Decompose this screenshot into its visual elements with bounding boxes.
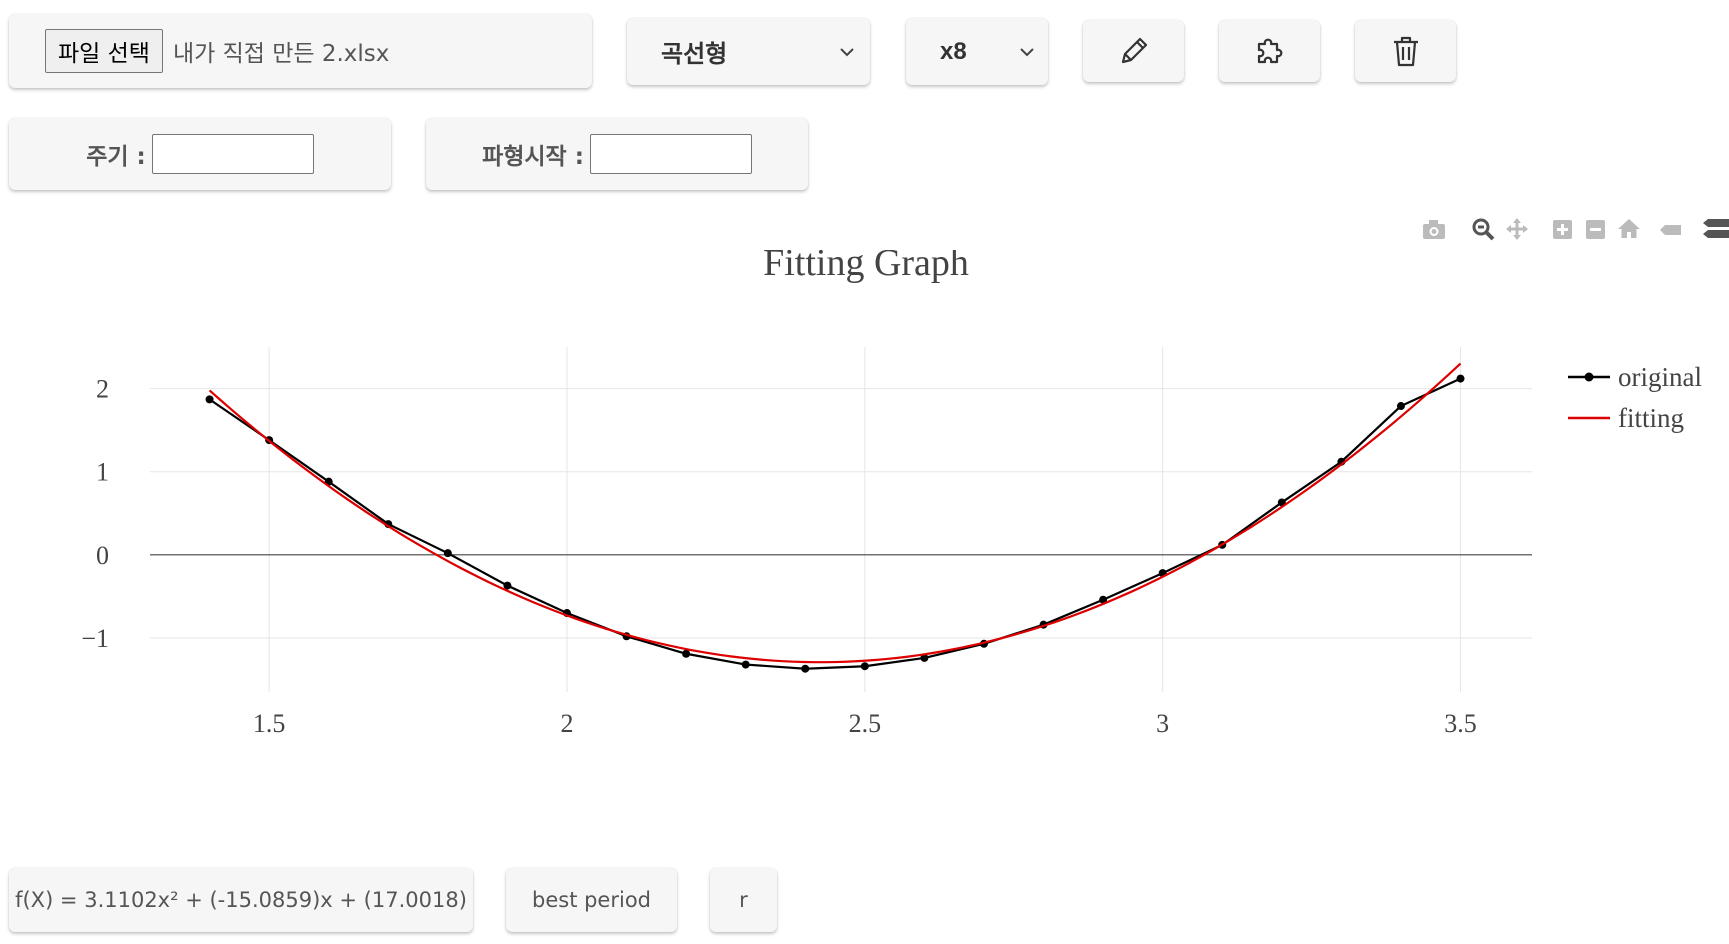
chart-legend[interactable]: original fitting [1568, 362, 1702, 433]
best-period-button[interactable]: best period [506, 868, 677, 932]
legend-marker-original [1584, 372, 1594, 382]
chart-series [205, 362, 1465, 673]
reset-axes-icon[interactable] [1618, 219, 1640, 238]
selected-file-name: 내가 직접 만든 2.xlsx [172, 41, 390, 67]
data-point-original [443, 549, 452, 558]
legend-label-fitting[interactable]: fitting [1618, 403, 1684, 433]
x-tick-label: 3 [1156, 709, 1169, 738]
multiplier-select[interactable]: x8 [906, 18, 1048, 85]
chevron-down-icon [840, 47, 854, 56]
zoom-icon[interactable] [1472, 218, 1495, 241]
plot-modebar [1423, 218, 1729, 241]
edit-button[interactable] [1083, 20, 1184, 82]
x-tick-label: 2 [560, 709, 573, 738]
y-tick-label: −1 [81, 624, 109, 653]
fitting-chart[interactable]: Fitting Graph 1.5 2 2.5 3 3.5 −1 0 1 2 original f… [0, 250, 1729, 810]
formula-display: f(X) = 3.1102x² + (-15.0859)x + (17.0018… [9, 868, 473, 932]
choose-file-button[interactable]: 파일 선택 [45, 29, 163, 73]
chart-grid [150, 347, 1532, 692]
puzzle-icon [1257, 38, 1282, 64]
wave-start-field-card: 파형시작 : [426, 118, 808, 190]
multiplier-value: x8 [940, 37, 967, 65]
pencil-icon [1121, 37, 1147, 64]
r-value-button[interactable]: r [710, 868, 777, 932]
camera-icon[interactable] [1423, 220, 1445, 239]
r-label: r [739, 888, 748, 912]
chart-tick-labels: 1.5 2 2.5 3 3.5 −1 0 1 2 [81, 375, 1476, 738]
y-tick-label: 0 [96, 541, 109, 570]
period-input[interactable] [151, 134, 314, 174]
fit-type-select[interactable]: 곡선형 [627, 18, 870, 85]
data-point-original [741, 660, 750, 669]
zoom-out-icon[interactable] [1586, 220, 1605, 239]
fit-type-value: 곡선형 [661, 40, 728, 68]
data-point-original [801, 664, 810, 673]
formula-text: f(X) = 3.1102x² + (-15.0859)x + (17.0018… [15, 888, 467, 912]
pan-icon[interactable] [1506, 218, 1528, 240]
chart-title: Fitting Graph [763, 250, 969, 284]
trash-icon [1393, 36, 1418, 67]
x-tick-label: 1.5 [253, 709, 286, 738]
y-tick-label: 1 [96, 458, 109, 487]
data-point-original [682, 649, 691, 658]
data-point-original [1396, 402, 1405, 411]
x-tick-label: 2.5 [849, 709, 882, 738]
series-line-original [208, 377, 1461, 670]
spike-lines-icon[interactable] [1660, 225, 1681, 235]
hover-compare-icon[interactable] [1703, 219, 1729, 238]
delete-button[interactable] [1355, 20, 1456, 82]
x-tick-label: 3.5 [1444, 709, 1477, 738]
legend-label-original[interactable]: original [1618, 362, 1702, 392]
data-point-original [1456, 374, 1465, 383]
wave-start-label: 파형시작 : [482, 144, 584, 170]
best-period-label: best period [532, 888, 651, 912]
chevron-down-icon [1020, 47, 1034, 56]
y-tick-label: 2 [96, 375, 109, 404]
period-field-card: 주기 : [9, 118, 391, 190]
data-point-original [205, 395, 214, 404]
plugin-button[interactable] [1219, 20, 1320, 82]
series-line-fitting [208, 362, 1462, 664]
file-upload-card: 파일 선택 내가 직접 만든 2.xlsx [9, 14, 592, 88]
zoom-in-icon[interactable] [1553, 220, 1572, 239]
period-label: 주기 : [86, 144, 146, 170]
data-point-original [860, 662, 869, 671]
wave-start-input[interactable] [589, 134, 752, 174]
